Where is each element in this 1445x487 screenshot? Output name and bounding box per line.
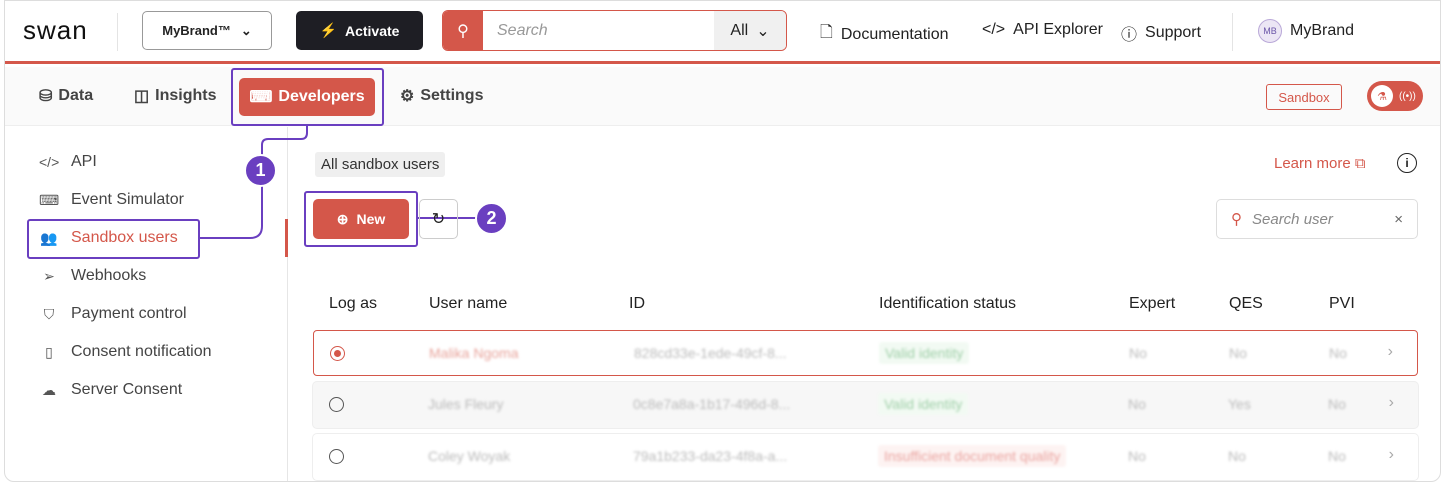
search-user-input[interactable]: ⚲ Search user × — [1216, 199, 1418, 239]
pvi-value: No — [1329, 345, 1347, 361]
annotation-badge-2: 2 — [475, 202, 508, 235]
qes-value: Yes — [1228, 396, 1251, 412]
column-header-qes: QES — [1229, 295, 1263, 312]
user-id: 828cd33e-1ede-49cf-8... — [634, 345, 787, 361]
column-header-pvi: PVI — [1329, 295, 1355, 312]
learn-more-link[interactable]: Learn more ⧉ — [1274, 155, 1366, 172]
link-label: Learn more — [1274, 155, 1351, 172]
placeholder: Search user — [1252, 210, 1333, 228]
user-id: 0c8e7a8a-1b17-496d-8... — [633, 396, 791, 412]
log-as-radio[interactable] — [329, 449, 344, 464]
close-icon[interactable]: × — [1394, 211, 1403, 228]
filter-chip[interactable]: All sandbox users — [315, 152, 446, 177]
table-row[interactable]: Coley Woyak 79a1b233-da23-4f8a-a... Insu… — [313, 434, 1418, 480]
search-icon: ⚲ — [1231, 211, 1242, 228]
expert-value: No — [1128, 448, 1146, 464]
qes-value: No — [1228, 448, 1246, 464]
table-row[interactable]: Jules Fleury 0c8e7a8a-1b17-496d-8... Val… — [313, 382, 1418, 428]
chevron-right-icon[interactable]: › — [1388, 343, 1393, 361]
user-name: Coley Woyak — [428, 448, 511, 464]
log-as-radio[interactable] — [330, 346, 345, 361]
annotation-badge-1: 1 — [244, 154, 277, 187]
expert-value: No — [1128, 396, 1146, 412]
pvi-value: No — [1328, 448, 1346, 464]
status-badge: Insufficient document quality — [878, 445, 1067, 467]
chevron-right-icon[interactable]: › — [1389, 446, 1394, 464]
column-header-identification-status: Identification status — [879, 295, 1016, 312]
info-icon[interactable]: i — [1397, 153, 1417, 173]
column-header-expert: Expert — [1129, 295, 1176, 312]
column-header-user-name[interactable]: User name — [429, 295, 507, 313]
status-badge: Valid identity — [878, 393, 969, 415]
refresh-button[interactable]: ↻ — [419, 199, 458, 239]
refresh-icon: ↻ — [431, 211, 446, 228]
pvi-value: No — [1328, 396, 1346, 412]
user-name: Malika Ngoma — [429, 345, 519, 361]
column-header-id: ID — [629, 295, 645, 312]
user-name: Jules Fleury — [428, 396, 504, 412]
external-link-icon: ⧉ — [1354, 155, 1366, 172]
user-id: 79a1b233-da23-4f8a-a... — [633, 448, 788, 464]
annotation-highlight — [304, 191, 418, 247]
log-as-radio[interactable] — [329, 397, 344, 412]
expert-value: No — [1129, 345, 1147, 361]
column-header-log-as: Log as — [329, 295, 378, 312]
status-badge: Valid identity — [879, 342, 970, 364]
qes-value: No — [1229, 345, 1247, 361]
table-row[interactable]: Malika Ngoma 828cd33e-1ede-49cf-8... Val… — [313, 330, 1418, 376]
chevron-right-icon[interactable]: › — [1389, 394, 1394, 412]
app-window: swan MyBrand™ ⌄ ⚡ Activate ⚲ Search All ⌄ 🗋… — [4, 0, 1441, 482]
